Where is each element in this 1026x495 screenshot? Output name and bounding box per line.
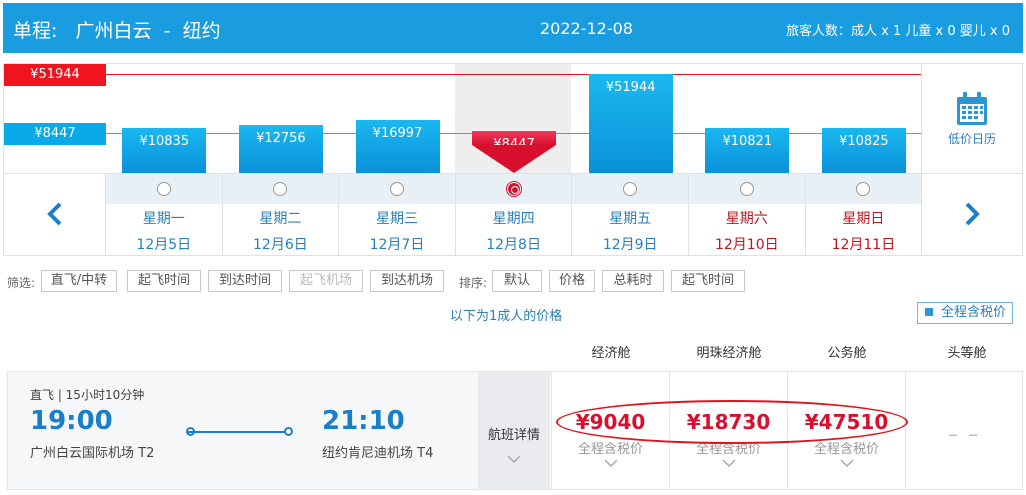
price-first-unavailable: – –	[947, 422, 981, 446]
day-date: 12月10日	[714, 237, 779, 253]
day-date: 12月9日	[602, 237, 658, 253]
calendar-icon	[957, 92, 987, 125]
cabin-economy: 经济舱	[591, 346, 631, 361]
travel-date: 2022-12-08	[540, 19, 633, 38]
trip-type: 单程:	[13, 20, 58, 42]
sort-duration[interactable]: 总耗时	[602, 270, 664, 292]
destination-dot-icon	[284, 427, 293, 436]
low-price-calendar-label: 低价日历	[947, 132, 996, 146]
filter-arrival-airport[interactable]: 到达机场	[370, 270, 444, 292]
day-weekday: 星期六	[725, 211, 768, 227]
sort-departure-time[interactable]: 起飞时间	[671, 270, 745, 292]
chevron-down-icon	[670, 457, 787, 470]
low-price-calendar-button[interactable]: 低价日历	[921, 64, 1022, 173]
chevron-left-icon	[46, 202, 61, 226]
filter-direct-transfer[interactable]: 直飞/中转	[41, 270, 117, 292]
day-cell-3[interactable]: 星期三 12月7日	[338, 174, 455, 256]
chevron-down-icon	[788, 457, 905, 470]
chevron-right-icon	[965, 202, 980, 226]
day-radio[interactable]	[739, 182, 754, 196]
destination-city: 纽约	[182, 20, 221, 42]
price-bar-1[interactable]: ¥10835	[122, 127, 207, 173]
day-radio[interactable]	[156, 182, 171, 196]
cabin-business: 公务舱	[827, 346, 867, 361]
day-date: 12月5日	[136, 237, 192, 253]
selected-bar-pointer	[472, 145, 557, 173]
day-radio[interactable]	[273, 182, 288, 196]
price-bar-7[interactable]: ¥10825	[821, 127, 906, 173]
day-weekday: 星期一	[142, 211, 185, 227]
day-cell-4[interactable]: 星期四 12月8日	[454, 174, 572, 256]
arrival-airport: 纽约肯尼迪机场 T4	[322, 446, 434, 461]
day-weekday: 星期五	[609, 211, 652, 227]
cabin-first: 头等舱	[947, 346, 987, 361]
prev-week-button[interactable]	[4, 174, 105, 256]
route-title: 单程: 广州白云 - 纽约	[13, 16, 221, 43]
day-weekday: 星期三	[375, 211, 418, 227]
price-bar-6[interactable]: ¥10821	[705, 127, 790, 173]
day-radio[interactable]	[506, 182, 521, 196]
price-bar-5[interactable]: ¥51944	[588, 74, 673, 173]
origin-city: 广州白云	[75, 20, 152, 42]
departure-airport: 广州白云国际机场 T2	[30, 446, 155, 461]
sort-price[interactable]: 价格	[549, 270, 595, 292]
day-date: 12月11日	[831, 237, 896, 253]
filter-departure-time[interactable]: 起飞时间	[127, 270, 201, 292]
day-cell-2[interactable]: 星期二 12月6日	[221, 174, 339, 256]
route-line	[188, 431, 290, 433]
price-first: – –	[905, 372, 1022, 489]
route-separator: -	[163, 20, 171, 42]
day-weekday: 星期四	[492, 211, 535, 227]
highest-price-line	[4, 74, 922, 75]
next-week-button[interactable]	[921, 174, 1022, 256]
day-radio[interactable]	[623, 182, 638, 196]
cabin-pearl-economy: 明珠经济舱	[696, 346, 762, 361]
price-bar-3[interactable]: ¥16997	[355, 119, 440, 173]
price-bar-2[interactable]: ¥12756	[238, 125, 323, 173]
filter-departure-airport[interactable]: 起飞机场	[289, 270, 363, 292]
chevron-down-icon	[552, 457, 669, 470]
price-note: 以下为1成人的价格	[450, 309, 563, 324]
flight-details-label: 航班详情	[487, 428, 540, 443]
day-weekday: 星期日	[842, 211, 885, 227]
day-cell-1[interactable]: 星期一 12月5日	[105, 174, 222, 256]
passenger-count: 旅客人数：成人 x 1 儿童 x 0 婴儿 x 0	[786, 24, 1010, 39]
tax-toggle-label: 全程含税价	[941, 305, 1007, 320]
checkbox-icon	[925, 308, 933, 316]
lowest-price-label: ¥8447	[4, 123, 106, 145]
price-chart: ¥51944 ¥8447 ¥10835 ¥12756 ¥16997 ¥8447 ¥519…	[4, 64, 1022, 173]
arrival-time: 21:10	[322, 406, 405, 436]
filter-arrival-time[interactable]: 到达时间	[208, 270, 282, 292]
day-radio[interactable]	[856, 182, 871, 196]
flight-meta: 直飞 | 15小时10分钟	[30, 388, 145, 402]
day-cell-7[interactable]: 星期日 12月11日	[804, 174, 922, 256]
tax-included-toggle[interactable]: 全程含税价	[917, 302, 1013, 324]
chevron-down-icon	[478, 453, 550, 466]
sort-default[interactable]: 默认	[492, 270, 542, 292]
day-date: 12月6日	[253, 237, 308, 253]
day-date: 12月8日	[486, 237, 541, 253]
day-radio[interactable]	[389, 182, 404, 196]
filter-label: 筛选:	[7, 276, 36, 290]
departure-time: 19:00	[30, 406, 113, 436]
day-date: 12月7日	[369, 237, 425, 253]
price-bar-4[interactable]: ¥8447	[472, 131, 557, 152]
search-header: 单程: 广州白云 - 纽约 2022-12-08 旅客人数：成人 x 1 儿童 …	[3, 3, 1023, 53]
day-cell-6[interactable]: 星期六 12月10日	[688, 174, 805, 256]
day-selector: 星期一 12月5日 星期二 12月6日 星期三 12月7日 星期四 12月8日 星期五 12月9日…	[4, 173, 1022, 256]
sort-label: 排序:	[459, 276, 488, 290]
day-cell-5[interactable]: 星期五 12月9日	[571, 174, 688, 256]
flight-details-button[interactable]: 航班详情	[478, 372, 550, 489]
day-weekday: 星期二	[259, 211, 302, 227]
highest-price-label: ¥51944	[4, 64, 106, 86]
highlight-ellipse	[556, 400, 908, 444]
price-calendar: ¥51944 ¥8447 ¥10835 ¥12756 ¥16997 ¥8447 ¥519…	[3, 63, 1023, 256]
